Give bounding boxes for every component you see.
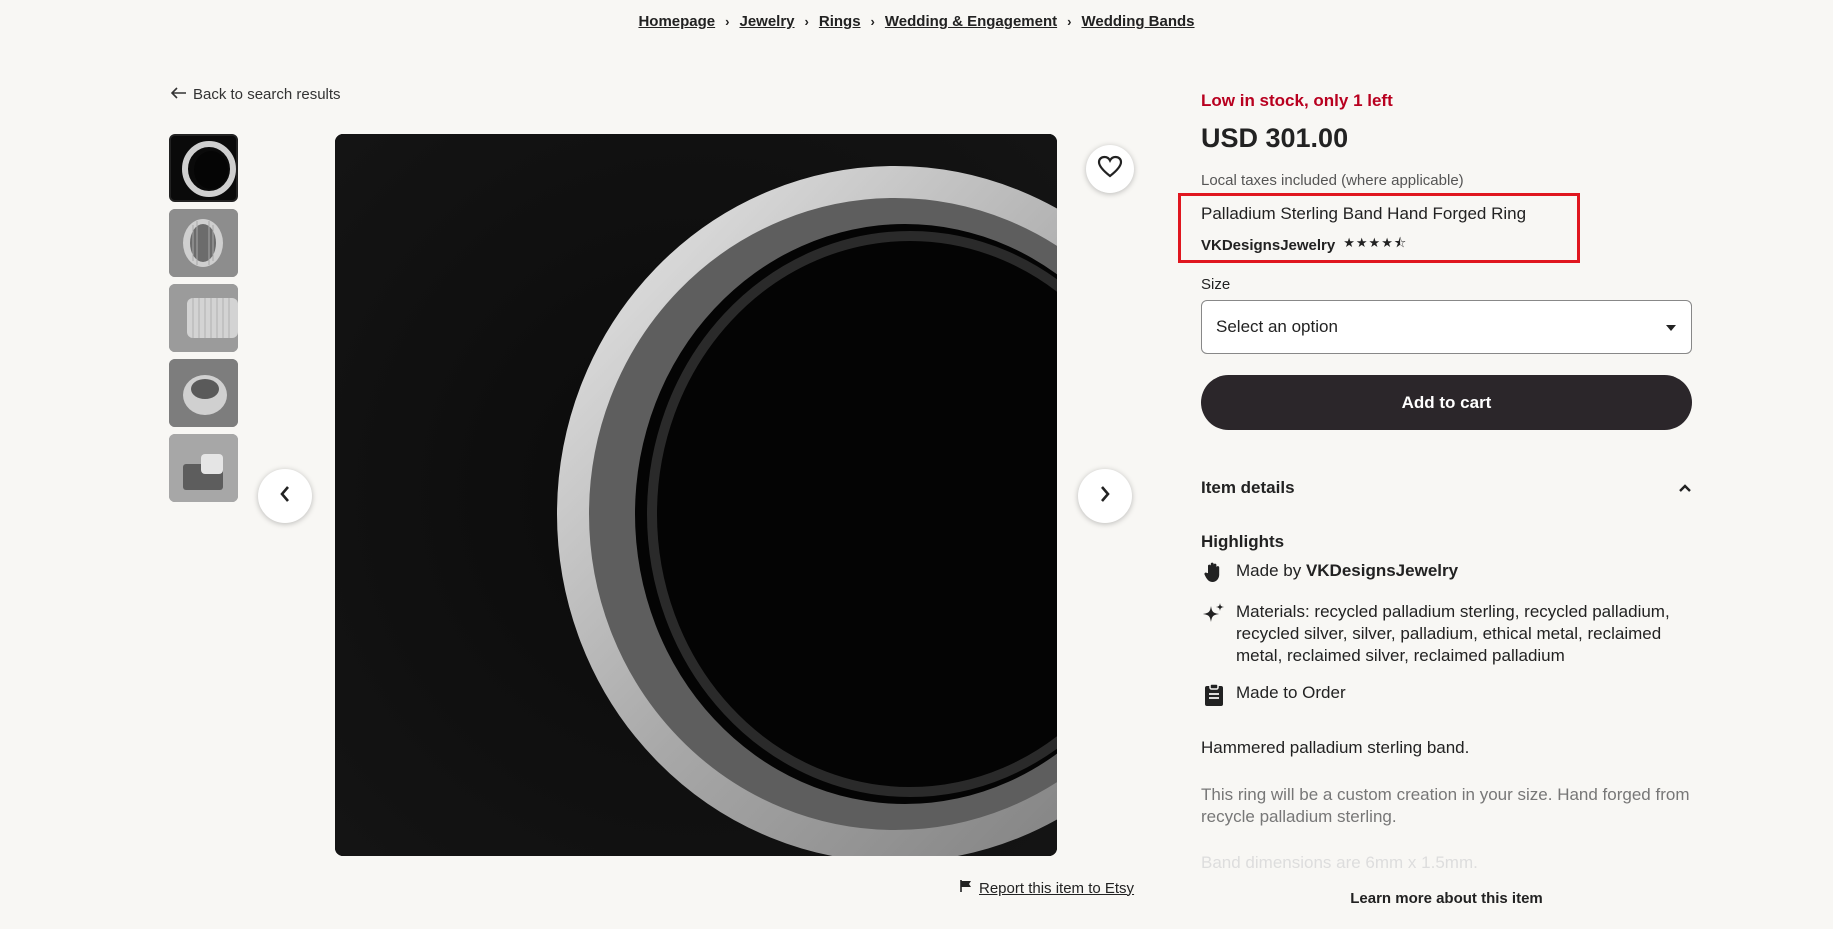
materials-text: Materials: recycled palladium sterling, … bbox=[1236, 602, 1670, 665]
description-line-3: Band dimensions are 6mm x 1.5mm. bbox=[1201, 853, 1478, 872]
breadcrumb-separator: › bbox=[870, 14, 875, 29]
back-to-search-link[interactable]: Back to search results bbox=[170, 86, 341, 103]
thumbnail-3[interactable] bbox=[169, 284, 238, 352]
stock-notice: Low in stock, only 1 left bbox=[1201, 91, 1393, 110]
made-by-prefix: Made by bbox=[1236, 561, 1306, 580]
breadcrumb-homepage[interactable]: Homepage bbox=[638, 13, 715, 30]
hand-icon bbox=[1201, 560, 1226, 583]
size-label: Size bbox=[1201, 276, 1231, 293]
favorite-button[interactable] bbox=[1086, 145, 1134, 193]
breadcrumb-separator: › bbox=[1067, 14, 1072, 29]
thumbnail-2[interactable] bbox=[169, 209, 238, 277]
breadcrumb-rings[interactable]: Rings bbox=[819, 13, 861, 30]
chevron-left-icon bbox=[279, 485, 291, 508]
size-select[interactable]: Select an option bbox=[1201, 300, 1692, 354]
highlight-made-to-order: Made to Order bbox=[1201, 682, 1692, 707]
flag-icon bbox=[959, 879, 973, 897]
made-by-shop-link[interactable]: VKDesignsJewelry bbox=[1306, 561, 1458, 580]
arrow-left-icon bbox=[170, 86, 187, 103]
thumbnail-list bbox=[169, 134, 239, 509]
thumbnail-4[interactable] bbox=[169, 359, 238, 427]
breadcrumb: Homepage › Jewelry › Rings › Wedding & E… bbox=[0, 13, 1833, 30]
thumbnail-5[interactable] bbox=[169, 434, 238, 502]
next-image-button[interactable] bbox=[1078, 469, 1132, 523]
product-main-image[interactable] bbox=[335, 134, 1057, 856]
previous-image-button[interactable] bbox=[258, 469, 312, 523]
chevron-up-icon bbox=[1678, 478, 1692, 498]
made-to-order-text: Made to Order bbox=[1236, 683, 1346, 702]
add-to-cart-button[interactable]: Add to cart bbox=[1201, 375, 1692, 430]
description-line-1: Hammered palladium sterling band. bbox=[1201, 738, 1470, 757]
sparkle-icon bbox=[1201, 601, 1226, 667]
rating-stars[interactable]: ★★★★⯪ bbox=[1343, 234, 1407, 256]
product-title: Palladium Sterling Band Hand Forged Ring bbox=[1201, 204, 1527, 223]
shop-row: VKDesignsJewelry ★★★★⯪ bbox=[1201, 234, 1407, 256]
report-item-label: Report this item to Etsy bbox=[979, 879, 1135, 897]
back-link-label: Back to search results bbox=[193, 86, 341, 103]
shop-name-link[interactable]: VKDesignsJewelry bbox=[1201, 237, 1335, 254]
report-item-link[interactable]: Report this item to Etsy bbox=[959, 879, 1134, 897]
size-select-value: Select an option bbox=[1216, 317, 1338, 336]
breadcrumb-separator: › bbox=[804, 14, 809, 29]
chevron-right-icon bbox=[1099, 485, 1111, 508]
breadcrumb-wedding-engagement[interactable]: Wedding & Engagement bbox=[885, 13, 1057, 30]
description-line-2: This ring will be a custom creation in y… bbox=[1201, 785, 1690, 826]
learn-more-button[interactable]: Learn more about this item bbox=[1201, 890, 1692, 907]
breadcrumb-jewelry[interactable]: Jewelry bbox=[739, 13, 794, 30]
breadcrumb-wedding-bands[interactable]: Wedding Bands bbox=[1081, 13, 1194, 30]
highlight-made-by: Made by VKDesignsJewelry bbox=[1201, 560, 1692, 583]
thumbnail-1[interactable] bbox=[169, 134, 238, 202]
highlight-materials: Materials: recycled palladium sterling, … bbox=[1201, 601, 1692, 667]
product-price: USD 301.00 bbox=[1201, 123, 1349, 153]
caret-down-icon bbox=[1665, 317, 1677, 337]
item-details-toggle[interactable]: Item details bbox=[1201, 478, 1692, 498]
highlights-title: Highlights bbox=[1201, 532, 1285, 551]
clipboard-icon bbox=[1201, 682, 1226, 707]
heart-icon bbox=[1097, 155, 1123, 184]
tax-note: Local taxes included (where applicable) bbox=[1201, 172, 1464, 189]
breadcrumb-separator: › bbox=[725, 14, 730, 29]
made-by-text: Made by VKDesignsJewelry bbox=[1236, 560, 1458, 583]
item-details-header: Item details bbox=[1201, 478, 1295, 497]
